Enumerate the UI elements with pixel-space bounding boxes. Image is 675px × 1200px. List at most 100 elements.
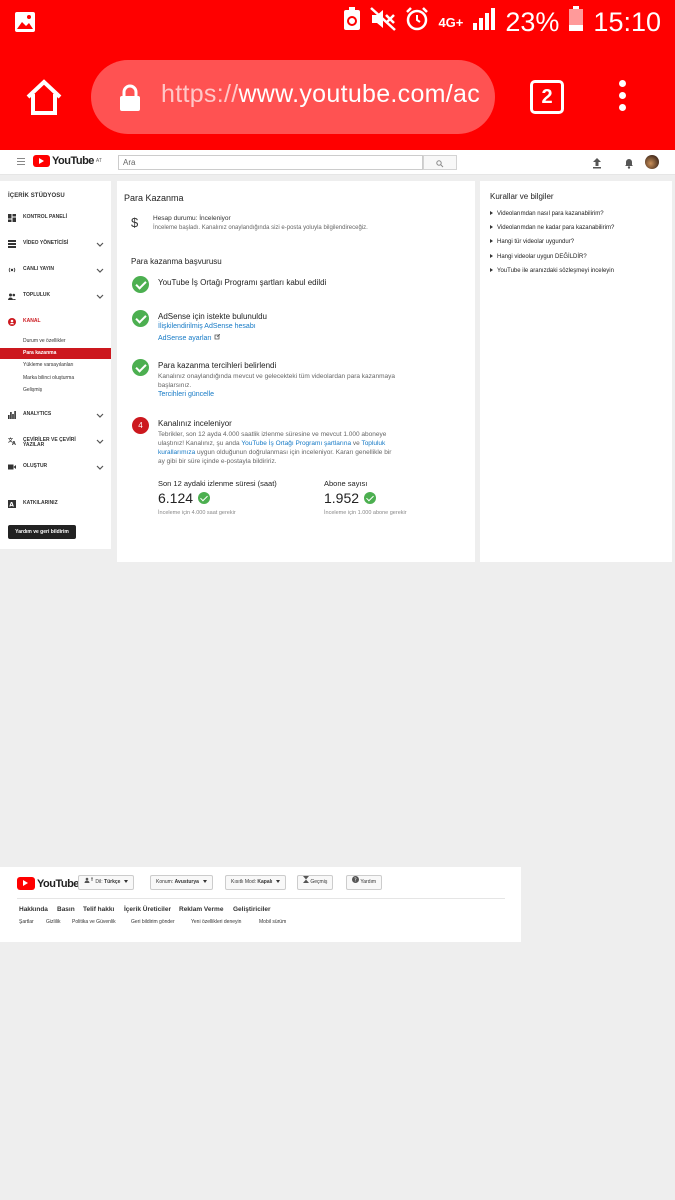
recycle-icon — [343, 7, 361, 38]
dollar-icon: $ — [131, 215, 139, 230]
search-icon — [436, 160, 444, 168]
stat-title: Son 12 aydaki izlenme süresi (saat) — [158, 479, 277, 488]
footer-link-terms[interactable]: Şartlar — [19, 919, 34, 925]
clock: 15:10 — [593, 7, 661, 37]
sidebar-item-channel[interactable]: KANAL — [0, 315, 111, 329]
footer-link-about[interactable]: Hakkında — [19, 906, 48, 913]
upload-icon[interactable] — [592, 156, 602, 174]
youtube-play-icon — [17, 877, 35, 890]
translate-icon: 文A — [8, 437, 16, 445]
youtube-play-icon — [33, 155, 50, 167]
external-link-icon — [214, 333, 220, 340]
sidebar-subitem-advanced[interactable]: Gelişmiş — [0, 385, 111, 396]
footer-link-feedback[interactable]: Geri bildirim gönder — [131, 919, 175, 925]
footer-youtube-logo[interactable]: YouTube — [17, 877, 79, 890]
signal-icon — [472, 7, 496, 38]
step-description: Kanalınız onaylandığında mevcut ve gelec… — [158, 373, 396, 389]
help-button[interactable]: ? Yardım — [346, 875, 383, 890]
account-status: Hesap durumu: İnceleniyor — [153, 215, 231, 222]
rules-link[interactable]: Videolarımdan ne kadar para kazanabiliri… — [490, 225, 614, 231]
footer-link-mobile[interactable]: Mobil sürüm — [259, 919, 286, 925]
check-circle-icon — [198, 492, 211, 504]
rules-link[interactable]: Videolarımdan nasıl para kazanabilirim? — [490, 211, 604, 217]
footer-link-creators[interactable]: İçerik Üreticiler — [124, 906, 171, 913]
home-icon[interactable] — [24, 78, 64, 121]
sidebar-item-live[interactable]: CANLI YAYIN — [0, 263, 111, 277]
footer-link-copyright[interactable]: Telif hakkı — [83, 906, 114, 913]
footer-link-privacy[interactable]: Gizlilik — [46, 919, 60, 925]
location-picker-button[interactable]: Konum: Avusturya — [150, 875, 213, 890]
footer-link-advertise[interactable]: Reklam Verme — [179, 906, 223, 913]
ypp-terms-link[interactable]: YouTube İş Ortağı Programı şartlarına — [241, 440, 351, 447]
sidebar-item-label: KONTROL PANELİ — [23, 214, 67, 220]
adsense-settings-link[interactable]: AdSense ayarları — [158, 333, 220, 342]
svg-text:A: A — [12, 441, 16, 445]
stat-note: İnceleme için 4.000 saat gerekir — [158, 510, 236, 516]
battery-icon — [568, 6, 584, 39]
sidebar-subitem-upload-defaults[interactable]: Yükleme varsayılanları — [0, 360, 111, 371]
rules-link[interactable]: YouTube ile aranızdaki sözleşmeyi incele… — [490, 268, 614, 274]
youtube-logo[interactable]: YouTube AT — [33, 155, 102, 167]
chevron-down-icon — [96, 439, 104, 444]
chevron-down-icon — [96, 268, 104, 273]
sidebar-item-label: TOPLULUK — [23, 292, 51, 298]
search-button[interactable] — [423, 155, 457, 170]
overflow-menu-icon[interactable] — [619, 80, 626, 116]
stat-value: 1.952 — [324, 490, 360, 506]
dashboard-icon — [8, 214, 16, 222]
sidebar-subitem-status[interactable]: Durum ve özellikler — [0, 336, 111, 347]
footer-link-policy[interactable]: Politika ve Güvenlik — [72, 919, 116, 925]
creator-studio-sidebar: İÇERİK STÜDYOSU KONTROL PANELİ VİDEO YÖN… — [0, 181, 111, 549]
monetization-panel: Para Kazanma $ Hesap durumu: İnceleniyor… — [117, 181, 475, 562]
community-icon — [8, 293, 16, 300]
search-input[interactable]: Ara — [118, 155, 423, 170]
step-number-badge: 4 — [132, 417, 149, 434]
address-bar[interactable]: https://www.youtube.com/ac — [91, 60, 495, 134]
sidebar-item-create[interactable]: OLUŞTUR — [0, 460, 111, 474]
language-picker-button[interactable]: Dil: Türkçe — [78, 875, 135, 890]
lock-icon — [119, 84, 141, 117]
footer-divider — [17, 898, 505, 899]
sidebar-subitem-monetization[interactable]: Para kazanma — [0, 348, 111, 359]
step-title: AdSense için istekte bulunuldu — [158, 312, 267, 321]
update-preferences-link[interactable]: Tercihleri güncelle — [158, 391, 214, 398]
sidebar-subitem-branding[interactable]: Marka bilinci oluşturma — [0, 373, 111, 384]
notifications-bell-icon[interactable] — [624, 156, 634, 174]
watch-time-stat: Son 12 aydaki izlenme süresi (saat) 6.12… — [158, 479, 308, 517]
footer-link-new-features[interactable]: Yeni özellikleri deneyin — [191, 919, 241, 925]
page-title: Para Kazanma — [124, 193, 184, 203]
alarm-icon — [405, 7, 429, 38]
footer-link-press[interactable]: Basın — [57, 906, 75, 913]
rules-title: Kurallar ve bilgiler — [490, 192, 554, 201]
restricted-mode-button[interactable]: Kısıtlı Mod: Kapalı — [225, 875, 287, 890]
sidebar-item-label: KANAL — [23, 318, 41, 324]
create-icon — [8, 464, 16, 470]
chevron-down-icon — [96, 242, 104, 247]
check-circle-icon — [132, 276, 149, 293]
history-button[interactable]: Geçmiş — [297, 875, 334, 890]
status-bar: 4G+ 23% 15:10 — [0, 0, 675, 46]
sidebar-item-dashboard[interactable]: KONTROL PANELİ — [0, 211, 111, 225]
live-icon — [8, 267, 16, 273]
stat-title: Abone sayısı — [324, 479, 368, 488]
footer-link-developers[interactable]: Geliştiriciler — [233, 906, 271, 913]
sidebar-item-video-manager[interactable]: VİDEO YÖNETİCİSİ — [0, 237, 111, 251]
subscriber-stat: Abone sayısı 1.952 İnceleme için 1.000 a… — [324, 479, 414, 517]
sidebar-item-contributions[interactable]: A KATKILARINIZ — [0, 497, 111, 511]
sidebar-item-analytics[interactable]: ANALYTICS — [0, 408, 111, 422]
browser-toolbar: https://www.youtube.com/ac 2 — [0, 46, 675, 150]
svg-text:A: A — [9, 502, 14, 509]
sidebar-item-translations[interactable]: 文A ÇEVİRİLER VE ÇEVİRİ YAZILAR — [0, 434, 111, 450]
linked-adsense-link[interactable]: İlişkilendirilmiş AdSense hesabı — [158, 323, 256, 330]
avatar[interactable] — [645, 155, 659, 169]
rules-link[interactable]: Hangi tür videolar uygundur? — [490, 239, 574, 245]
step-description: Tebrikler, son 12 ayda 4.000 saatlik izl… — [158, 431, 392, 465]
rules-link[interactable]: Hangi videolar uygun DEĞİLDİR? — [490, 254, 587, 260]
hamburger-menu-icon[interactable] — [17, 158, 25, 167]
svg-text:?: ? — [354, 878, 357, 884]
check-circle-icon — [132, 310, 149, 327]
help-feedback-button[interactable]: Yardım ve geri bildirim — [8, 525, 76, 539]
chevron-down-icon — [96, 465, 104, 470]
tab-switcher-button[interactable]: 2 — [530, 80, 564, 114]
sidebar-item-community[interactable]: TOPLULUK — [0, 289, 111, 303]
